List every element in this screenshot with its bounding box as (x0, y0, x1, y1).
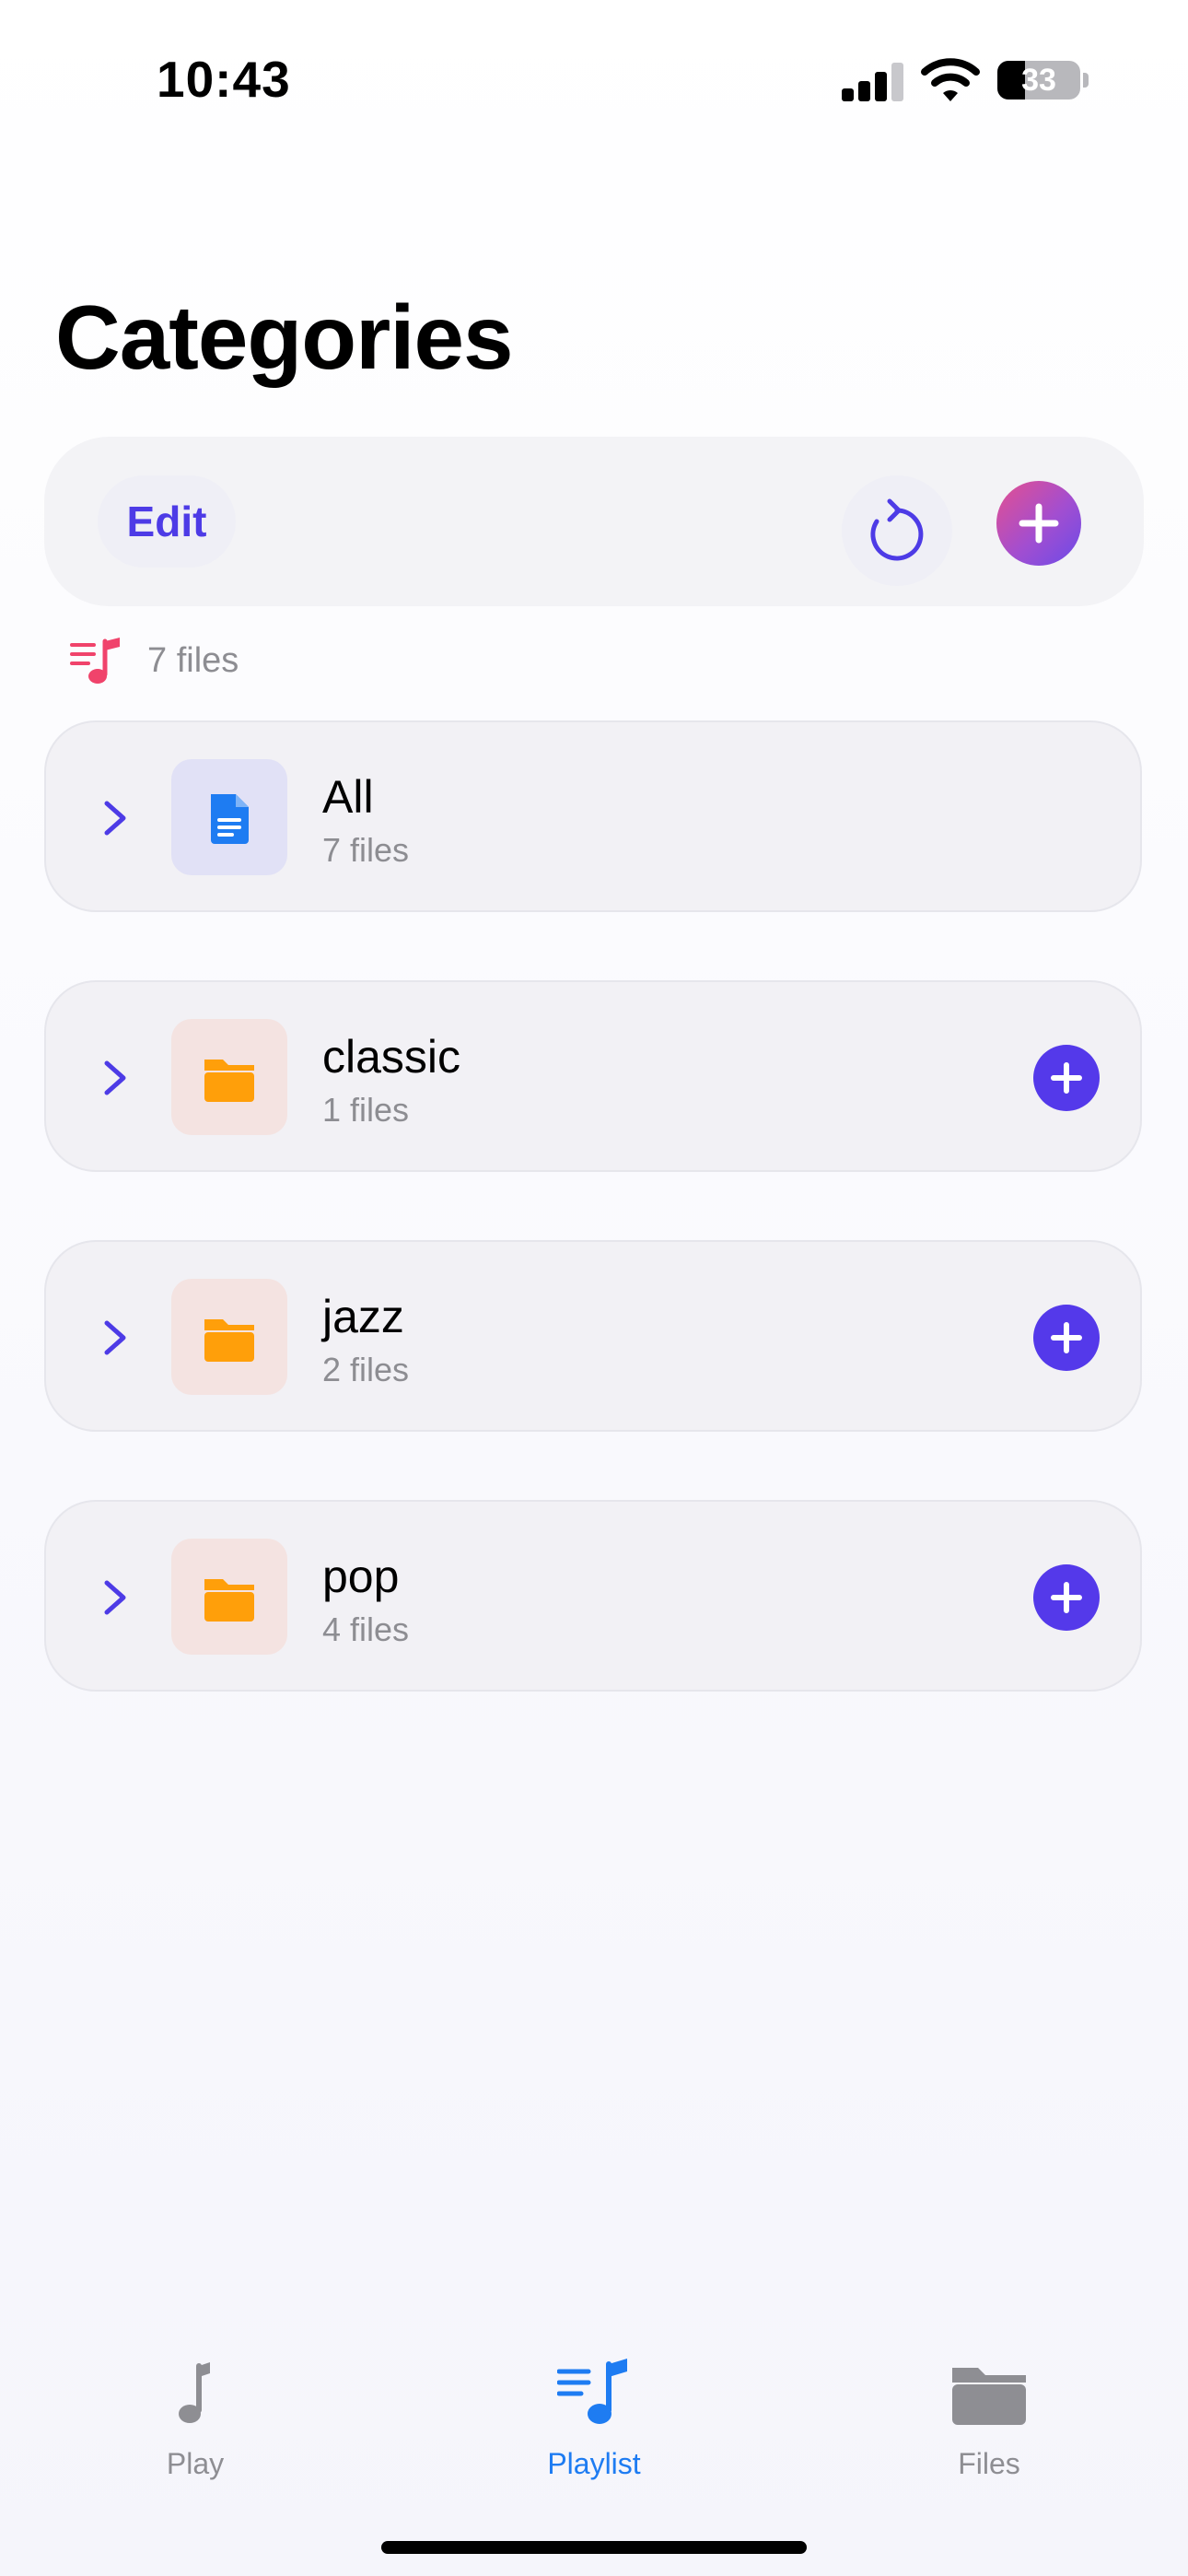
document-icon (211, 794, 249, 844)
add-to-category-button[interactable] (1033, 1564, 1100, 1631)
category-name: classic (322, 1031, 461, 1083)
music-list-icon (70, 638, 120, 684)
category-name: jazz (322, 1291, 404, 1342)
add-category-button[interactable] (996, 481, 1081, 566)
wifi-icon (921, 58, 980, 101)
category-thumbnail (171, 1019, 287, 1135)
folder-icon (204, 1060, 254, 1102)
refresh-icon (870, 498, 924, 561)
chevron-right-icon (104, 1580, 126, 1615)
add-to-category-button[interactable] (1033, 1045, 1100, 1111)
folder-icon (204, 1579, 254, 1622)
tab-label: Playlist (547, 2447, 641, 2480)
category-file-count: 7 files (322, 831, 410, 869)
folder-icon (204, 1319, 254, 1362)
plus-icon (1051, 1582, 1082, 1613)
status-time: 10:43 (157, 51, 291, 108)
chevron-right-icon (104, 1320, 126, 1355)
playlist-icon (557, 2359, 627, 2424)
tab-playlist[interactable]: Playlist (502, 2359, 686, 2488)
tab-label: Play (166, 2447, 225, 2480)
category-file-count: 4 files (322, 1610, 410, 1648)
category-thumbnail (171, 759, 287, 875)
chevron-right-icon (104, 801, 126, 836)
tab-files[interactable]: Files (897, 2359, 1081, 2488)
add-to-category-button[interactable] (1033, 1305, 1100, 1371)
battery-icon: 33 (997, 61, 1080, 100)
chevron-right-icon (104, 1060, 126, 1095)
plus-icon (1051, 1322, 1082, 1353)
category-card-pop[interactable]: pop 4 files (44, 1500, 1142, 1692)
plus-icon (1051, 1062, 1082, 1094)
plus-icon (1019, 503, 1059, 544)
category-card-all[interactable]: All 7 files (44, 720, 1142, 912)
refresh-button[interactable] (842, 475, 952, 586)
folder-icon (952, 2368, 1026, 2425)
category-name: pop (322, 1551, 400, 1602)
category-file-count: 2 files (322, 1351, 410, 1388)
tab-label: Files (958, 2447, 1020, 2480)
toolbar: Edit (44, 437, 1144, 606)
category-card-classic[interactable]: classic 1 files (44, 980, 1142, 1172)
tab-play[interactable]: Play (103, 2359, 287, 2488)
battery-cap (1083, 73, 1089, 88)
battery-level: 33 (1021, 63, 1056, 98)
category-file-count: 1 files (322, 1091, 410, 1129)
home-indicator (381, 2541, 807, 2554)
category-card-jazz[interactable]: jazz 2 files (44, 1240, 1142, 1432)
category-thumbnail (171, 1279, 287, 1395)
music-note-icon (179, 2362, 210, 2423)
edit-button[interactable]: Edit (98, 475, 236, 568)
category-thumbnail (171, 1539, 287, 1655)
page-title: Categories (55, 287, 514, 388)
category-name: All (322, 771, 374, 823)
cellular-signal-icon (842, 61, 904, 101)
summary-file-count: 7 files (147, 641, 239, 680)
